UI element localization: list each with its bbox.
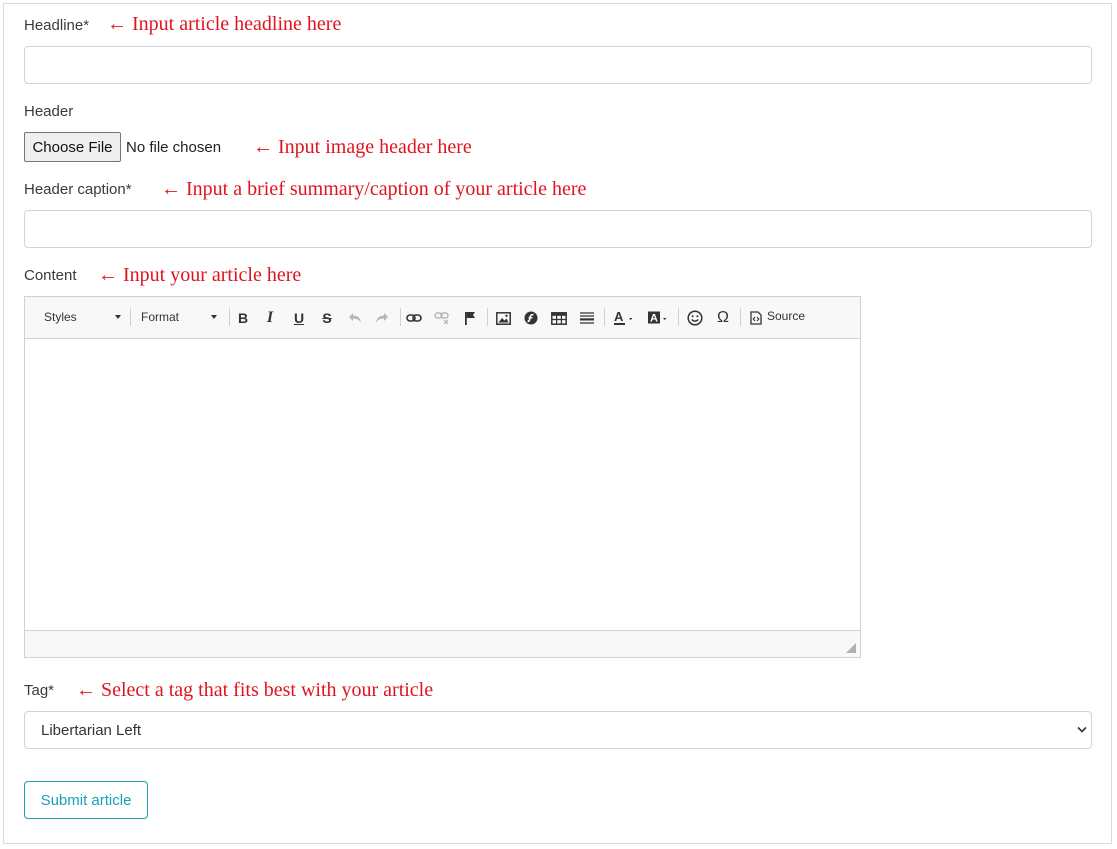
chevron-down-icon [115,315,121,319]
resize-handle-icon[interactable] [846,643,856,653]
content-label: Content [24,267,77,284]
header-annotation: ← Input image header here [253,136,472,158]
chevron-down-icon [1077,726,1087,733]
undo-button[interactable] [344,307,366,329]
text-color-button[interactable]: A [611,307,639,329]
underline-button[interactable]: U [288,307,310,329]
content-annotation: ← Input your article here [98,264,302,286]
italic-button[interactable]: I [259,307,281,329]
file-status-text: No file chosen [126,139,222,156]
image-icon [495,311,511,325]
flash-button[interactable] [520,307,542,329]
svg-text:A: A [614,310,624,324]
special-character-button[interactable]: Ω [712,307,734,329]
toolbar-separator [678,308,679,326]
source-button[interactable] [745,307,767,329]
svg-text:A: A [650,313,658,325]
tag-select-value: Libertarian Left [41,721,142,739]
source-icon [750,311,762,325]
anchor-icon [465,312,475,325]
link-icon [406,314,422,322]
anchor-button[interactable] [459,307,481,329]
text-color-icon: A [614,310,633,325]
undo-icon [349,313,361,323]
redo-button[interactable] [371,307,393,329]
background-color-button[interactable]: A [645,307,673,329]
toolbar-separator [130,308,131,326]
editor-statusbar [25,630,860,657]
styles-dropdown[interactable]: Styles [44,305,124,329]
editor-toolbar: Styles Format B I U S A A Ω Source [25,297,860,339]
format-dropdown[interactable]: Format [141,305,221,329]
horizontal-line-button[interactable] [576,307,598,329]
chevron-down-icon [211,315,217,319]
rich-text-editor: Styles Format B I U S A A Ω Source [24,296,861,658]
bold-button[interactable]: B [232,307,254,329]
toolbar-separator [229,308,230,326]
flash-icon [524,311,538,325]
editor-content-area[interactable] [25,339,860,630]
toolbar-separator [487,308,488,326]
toolbar-separator [400,308,401,326]
redo-icon [376,313,388,323]
styles-dropdown-label: Styles [44,310,77,324]
horizontal-line-icon [580,312,594,324]
caption-annotation: ← Input a brief summary/caption of your … [161,178,587,200]
headline-label: Headline* [24,17,90,34]
smiley-button[interactable] [684,307,706,329]
unlink-button[interactable] [431,307,453,329]
caption-label: Header caption* [24,181,132,198]
strikethrough-button[interactable]: S [316,307,338,329]
header-label: Header [24,103,74,120]
headline-annotation: ← Input article headline here [107,13,342,35]
toolbar-separator [604,308,605,326]
format-dropdown-label: Format [141,310,180,324]
tag-select[interactable]: Libertarian Left [24,711,1092,749]
headline-input[interactable] [24,46,1092,84]
background-color-icon: A [648,311,667,325]
link-button[interactable] [403,307,425,329]
choose-file-button[interactable]: Choose File [24,132,121,162]
unlink-icon [434,312,449,324]
toolbar-separator [740,308,741,326]
table-icon [551,311,567,325]
smiley-icon [687,310,703,326]
source-label[interactable]: Source [767,309,805,323]
tag-label: Tag* [24,682,55,699]
table-button[interactable] [548,307,570,329]
tag-annotation: ← Select a tag that fits best with your … [76,679,434,701]
caption-input[interactable] [24,210,1092,248]
image-button[interactable] [492,307,514,329]
submit-article-button[interactable]: Submit article [24,781,148,819]
